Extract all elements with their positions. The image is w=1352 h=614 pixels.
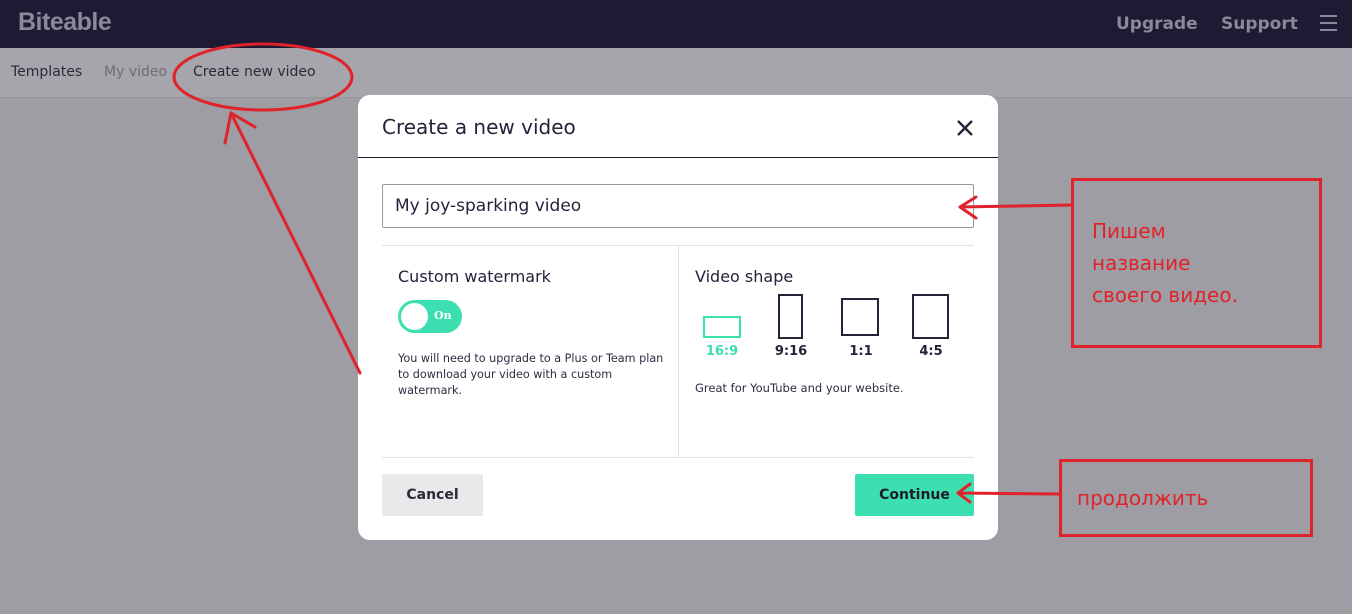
- shape-description: Great for YouTube and your website.: [695, 381, 904, 395]
- annotation-arrow-to-create: [223, 111, 362, 375]
- subnav-create-new-video[interactable]: Create new video: [193, 64, 316, 80]
- shape-option-1-1[interactable]: 1:1: [832, 290, 886, 360]
- annotation-continue-box: продолжить: [1059, 459, 1313, 537]
- modal-header-divider: [358, 157, 998, 158]
- continue-button[interactable]: Continue: [855, 474, 974, 516]
- video-name-input[interactable]: [382, 184, 974, 228]
- shape-9-16-icon: [778, 294, 803, 339]
- shape-label-4-5: 4:5: [919, 344, 943, 359]
- subnav-my-videos[interactable]: My video: [104, 64, 167, 80]
- top-navigation-bar: Biteable Upgrade Support: [0, 0, 1352, 48]
- toggle-knob: [401, 303, 428, 330]
- shape-option-4-5[interactable]: 4:5: [904, 290, 958, 360]
- close-icon[interactable]: [952, 115, 978, 141]
- shape-label-9-16: 9:16: [774, 344, 808, 359]
- subnav-templates[interactable]: Templates: [11, 64, 82, 80]
- options-bottom-divider: [382, 457, 974, 458]
- toggle-state-label: On: [434, 309, 452, 322]
- shape-16-9-icon: [703, 316, 741, 338]
- annotation-name-line-1: Пишем: [1092, 219, 1166, 243]
- shape-option-9-16[interactable]: 9:16: [766, 290, 820, 360]
- watermark-upgrade-note: You will need to upgrade to a Plus or Te…: [398, 352, 664, 397]
- annotation-name-note: Пишем название своего видео.: [1092, 215, 1238, 311]
- support-link[interactable]: Support: [1221, 14, 1298, 34]
- create-video-modal: Create a new video Custom watermark On Y…: [358, 95, 998, 540]
- options-vertical-divider: [678, 245, 679, 457]
- annotation-continue-note: продолжить: [1077, 486, 1209, 510]
- shape-1-1-icon: [841, 298, 879, 336]
- modal-title: Create a new video: [382, 115, 576, 139]
- annotation-name-line-3: своего видео.: [1092, 283, 1238, 307]
- shape-label-1-1: 1:1: [849, 344, 873, 359]
- annotation-name-line-2: название: [1092, 251, 1191, 275]
- sub-navigation: Templates My video Create new video: [0, 48, 1352, 98]
- shape-4-5-icon: [912, 294, 949, 339]
- shape-label-16-9: 16:9: [705, 344, 739, 359]
- hamburger-menu-icon[interactable]: [1320, 15, 1337, 31]
- annotation-name-box: Пишем название своего видео.: [1071, 178, 1322, 348]
- custom-watermark-title: Custom watermark: [398, 267, 551, 286]
- watermark-toggle[interactable]: On: [398, 300, 462, 333]
- upgrade-link[interactable]: Upgrade: [1116, 14, 1198, 34]
- cancel-button[interactable]: Cancel: [382, 474, 483, 516]
- biteable-logo[interactable]: Biteable: [18, 8, 112, 37]
- shape-option-16-9[interactable]: 16:9: [696, 290, 750, 360]
- video-shape-title: Video shape: [695, 267, 794, 286]
